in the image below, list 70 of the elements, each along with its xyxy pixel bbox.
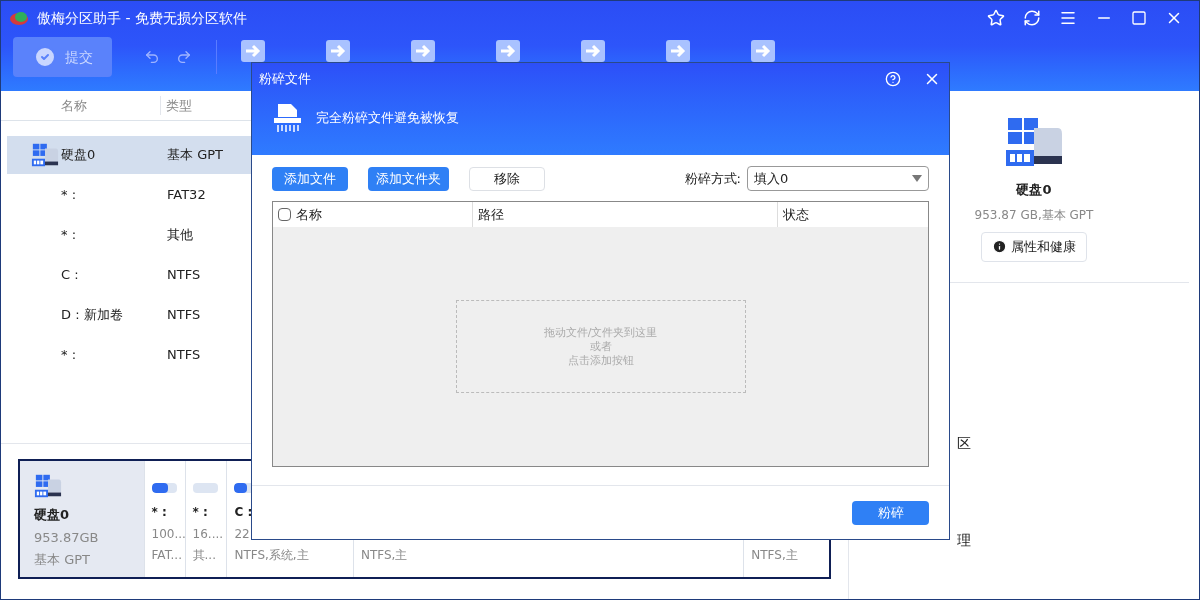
partition-size: 22 bbox=[234, 527, 250, 541]
tool-icon[interactable] bbox=[666, 40, 690, 62]
column-header[interactable]: 名称 bbox=[1, 95, 161, 116]
favorite-star-icon[interactable] bbox=[987, 9, 1005, 27]
tool-icon[interactable] bbox=[751, 40, 775, 62]
tool-icon[interactable] bbox=[581, 40, 605, 62]
operation-item[interactable]: 区 bbox=[957, 432, 1189, 454]
partition-filesystem: NTFS,主 bbox=[360, 547, 409, 564]
partition-filesystem: NTFS,主 bbox=[751, 547, 799, 564]
add-button[interactable]: 添加文件夹 bbox=[368, 166, 449, 191]
add-button[interactable]: 移除 bbox=[469, 166, 545, 191]
operation-item[interactable]: 理 bbox=[957, 529, 1189, 551]
partition-name: C : bbox=[61, 266, 80, 285]
partition-label: * : bbox=[151, 505, 167, 519]
partition-label: C : bbox=[234, 505, 253, 519]
partition-type: NTFS bbox=[167, 306, 201, 325]
partition-size: 16.... bbox=[192, 527, 224, 541]
partition-type: NTFS bbox=[167, 266, 201, 285]
tool-icon[interactable] bbox=[411, 40, 435, 62]
column-header[interactable]: 状态 bbox=[783, 206, 809, 222]
partition-label: * : bbox=[192, 505, 208, 519]
column-header[interactable]: 名称 bbox=[296, 204, 322, 225]
help-icon[interactable] bbox=[885, 71, 901, 87]
select-all-checkbox[interactable] bbox=[278, 208, 291, 221]
undo-icon[interactable] bbox=[144, 49, 160, 65]
partition-size: 100... bbox=[151, 527, 186, 541]
tool-icon[interactable] bbox=[496, 40, 520, 62]
shredder-icon bbox=[272, 103, 302, 133]
partition-type: 基本 GPT bbox=[167, 146, 223, 165]
partition-block[interactable]: * : 100... FAT... bbox=[143, 461, 185, 577]
app-logo-icon bbox=[9, 10, 29, 26]
column-header[interactable]: 类型 bbox=[161, 95, 192, 116]
partition-name: * : bbox=[61, 346, 77, 365]
shred-button[interactable]: 粉碎 bbox=[852, 500, 929, 525]
disk-card[interactable]: 硬盘0 953.87GB 基本 GPT bbox=[20, 461, 144, 577]
disk-size: 953.87GB bbox=[34, 528, 100, 547]
column-header[interactable]: 路径 bbox=[478, 204, 504, 225]
partition-block[interactable]: * : 16.... 其... bbox=[184, 461, 227, 577]
method-dropdown[interactable]: 填入0 bbox=[747, 166, 929, 191]
method-label: 粉碎方式: bbox=[684, 169, 741, 188]
partition-name: 硬盘0 bbox=[61, 146, 97, 165]
refresh-icon[interactable] bbox=[1023, 9, 1041, 27]
add-button[interactable]: 添加文件 bbox=[272, 166, 348, 191]
dialog-title: 粉碎文件 bbox=[259, 70, 311, 89]
tool-icon[interactable] bbox=[326, 40, 350, 62]
properties-button[interactable]: 属性和健康 bbox=[981, 231, 1087, 262]
dialog-header-text: 完全粉碎文件避免被恢复 bbox=[316, 109, 459, 128]
maximize-icon[interactable] bbox=[1131, 10, 1147, 26]
disk-name: 硬盘0 bbox=[34, 506, 71, 524]
partition-type: 其他 bbox=[167, 226, 193, 245]
ssd-disk-icon bbox=[1004, 116, 1064, 168]
info-icon bbox=[992, 239, 1007, 254]
partition-name: * : bbox=[61, 186, 77, 205]
partition-filesystem: FAT... bbox=[151, 547, 183, 564]
window-title: 傲梅分区助手 - 免费无损分区软件 bbox=[37, 8, 247, 28]
partition-filesystem: NTFS,系统,主 bbox=[234, 547, 310, 564]
partition-type: FAT32 bbox=[167, 186, 206, 205]
ssd-disk-icon bbox=[34, 473, 62, 499]
disk-style: 基本 GPT bbox=[34, 551, 91, 569]
menu-icon[interactable] bbox=[1059, 9, 1077, 27]
caret-icon bbox=[912, 175, 922, 182]
partition-name: D : 新加卷 bbox=[61, 306, 124, 325]
disk-info: 953.87 GB,基本 GPT bbox=[974, 206, 1094, 224]
disk-title: 硬盘0 bbox=[1016, 181, 1052, 199]
partition-name: * : bbox=[61, 226, 77, 245]
partition-type: NTFS bbox=[167, 346, 201, 365]
tool-icon[interactable] bbox=[241, 40, 265, 62]
ssd-disk-icon bbox=[31, 142, 59, 168]
partition-filesystem: 其... bbox=[192, 547, 217, 564]
redo-icon[interactable] bbox=[176, 49, 192, 65]
